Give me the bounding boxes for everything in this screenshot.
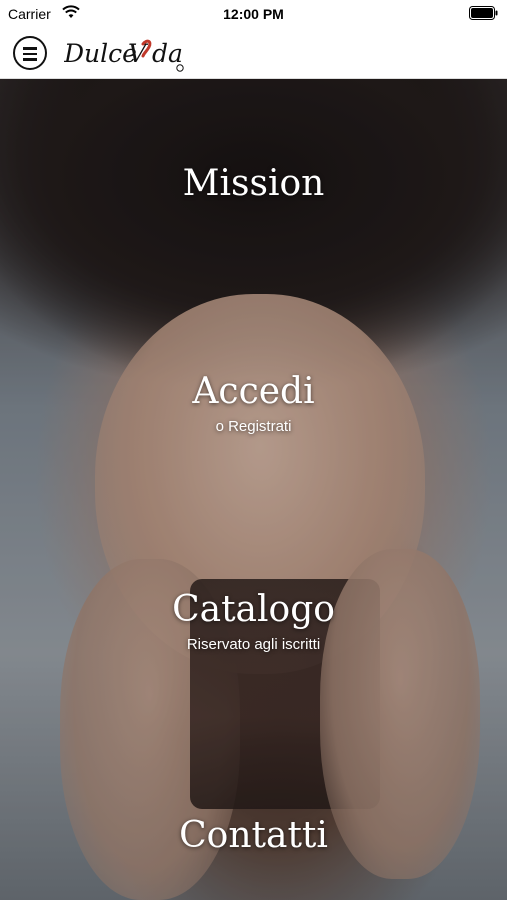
catalogo-title: Catalogo <box>172 589 335 630</box>
menu-item-contatti[interactable]: Contatti <box>0 816 507 856</box>
menu-item-mission[interactable]: Mission <box>0 164 507 204</box>
navigation-bar: Dulce V da <box>0 28 507 79</box>
hamburger-menu-icon[interactable] <box>13 36 47 70</box>
contatti-title: Contatti <box>179 815 328 856</box>
svg-text:Dulce: Dulce <box>64 39 137 68</box>
accedi-subtitle: o Registrati <box>215 418 292 435</box>
accedi-title: Accedi <box>192 371 315 412</box>
status-time: 12:00 PM <box>223 6 284 22</box>
battery-icon <box>469 6 499 23</box>
svg-text:da: da <box>152 39 183 68</box>
status-bar: Carrier 12:00 PM <box>0 0 507 28</box>
dulcevida-logo[interactable]: Dulce V da <box>63 32 188 76</box>
menu-item-catalogo[interactable]: Catalogo Riservato agli iscritti <box>0 589 507 654</box>
catalogo-subtitle: Riservato agli iscritti <box>186 636 321 653</box>
mission-title: Mission <box>182 163 325 204</box>
menu-item-accedi[interactable]: Accedi o Registrati <box>0 371 507 436</box>
